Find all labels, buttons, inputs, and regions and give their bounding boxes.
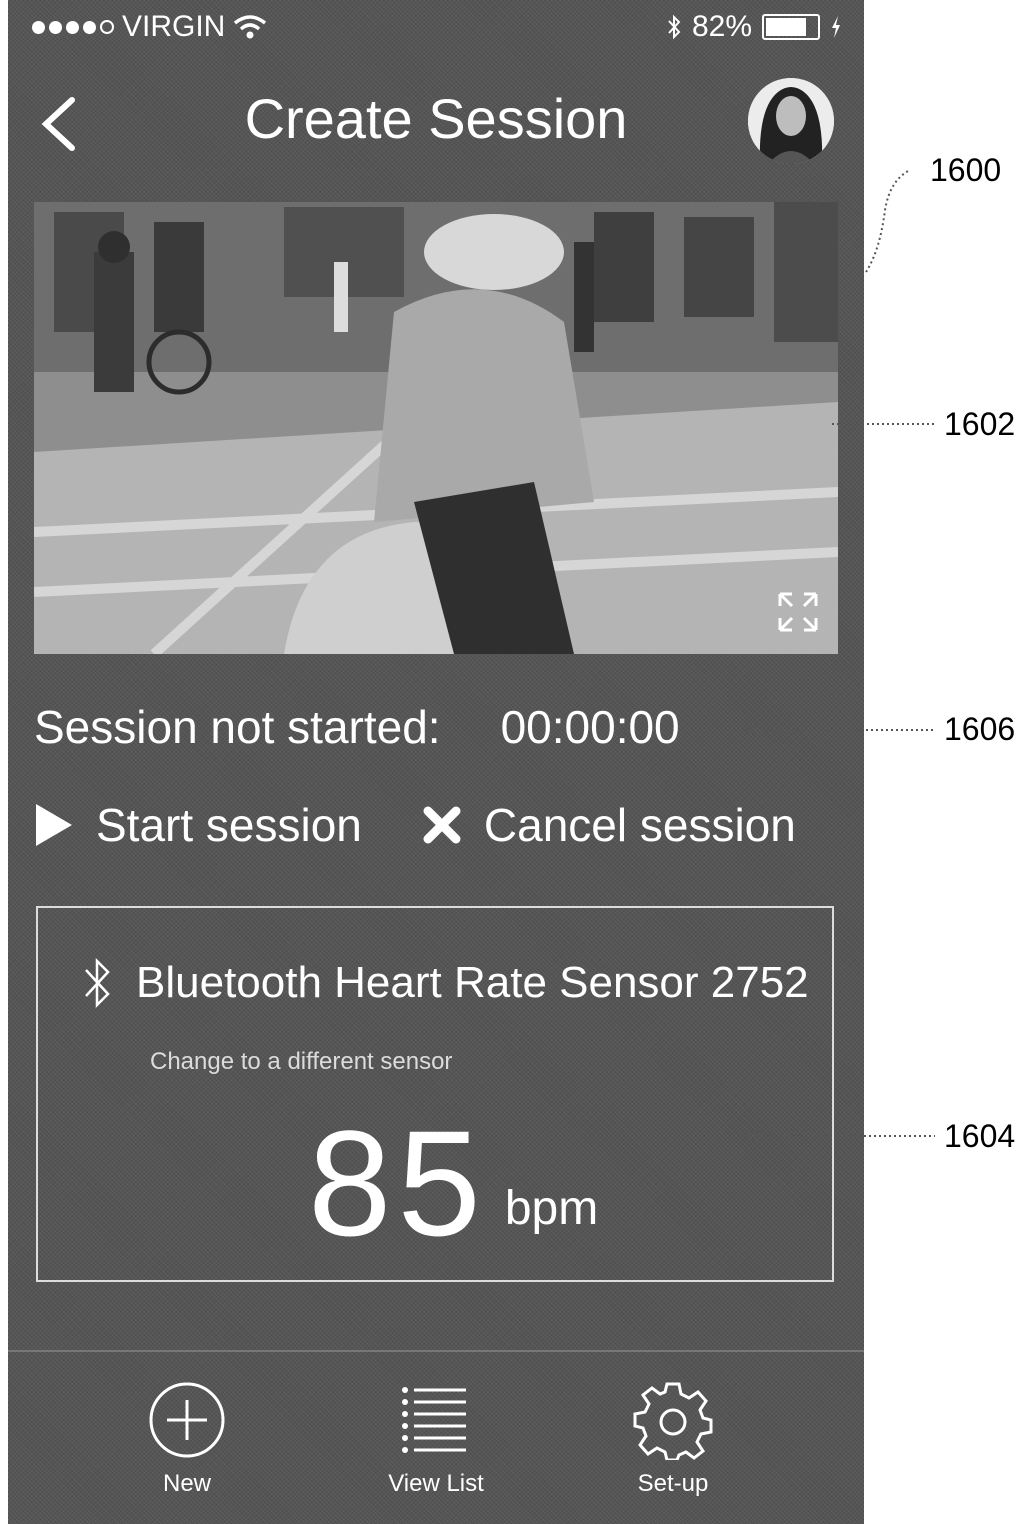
- bluetooth-icon: [85, 957, 110, 1009]
- heart-rate-display: 85 bpm: [308, 1108, 598, 1258]
- battery-icon: [762, 14, 820, 40]
- heart-rate-value: 85: [308, 1099, 487, 1267]
- signal-strength-icon: [32, 20, 114, 34]
- session-actions: Start session Cancel session: [34, 798, 796, 852]
- tab-new-label: New: [162, 1470, 211, 1497]
- status-right: 82%: [666, 10, 842, 44]
- charging-icon: [832, 16, 840, 38]
- gear-icon: [633, 1382, 713, 1460]
- bluetooth-status-icon: [668, 14, 681, 40]
- fullscreen-icon[interactable]: [776, 590, 820, 634]
- battery-percentage: 82%: [691, 10, 752, 43]
- app-screen: VIRGIN 82% Create Session Session not st…: [8, 0, 864, 1524]
- nav-bar: Create Session: [8, 70, 864, 180]
- sensor-panel: Bluetooth Heart Rate Sensor 2752 Change …: [36, 906, 834, 1282]
- callout-timer: 1606: [944, 711, 1016, 747]
- sensor-name: Bluetooth Heart Rate Sensor 2752: [136, 958, 809, 1007]
- session-elapsed-time: 00:00:00: [500, 701, 680, 753]
- close-icon: [423, 806, 461, 844]
- status-bar: VIRGIN 82%: [8, 0, 864, 54]
- tab-bar: New View List Set-up: [8, 1350, 864, 1524]
- plus-circle-icon: [149, 1382, 225, 1458]
- heart-rate-unit: bpm: [504, 1182, 599, 1235]
- video-preview[interactable]: [34, 202, 838, 654]
- user-avatar[interactable]: [748, 78, 834, 164]
- cancel-session-button[interactable]: Cancel session: [422, 798, 796, 852]
- list-icon: [402, 1387, 466, 1453]
- session-status-label: Session not started:: [34, 701, 441, 753]
- tab-view-list-label: View List: [388, 1470, 484, 1497]
- callout-screen: 1600: [930, 152, 1002, 188]
- callout-sensor: 1604: [944, 1118, 1016, 1154]
- session-timer-row: Session not started: 00:00:00: [34, 700, 680, 754]
- start-session-button[interactable]: Start session: [34, 798, 362, 852]
- status-left: VIRGIN: [32, 10, 267, 44]
- tab-setup[interactable]: Set-up: [598, 1380, 748, 1498]
- cancel-session-label: Cancel session: [483, 799, 796, 851]
- change-sensor-link[interactable]: Change to a different sensor: [150, 1048, 452, 1076]
- wifi-icon: [234, 15, 267, 39]
- tab-setup-label: Set-up: [637, 1470, 709, 1497]
- page-title: Create Session: [244, 87, 628, 150]
- video-frame-image: [34, 202, 838, 654]
- start-session-label: Start session: [96, 799, 362, 851]
- carrier-name: VIRGIN: [122, 10, 226, 43]
- play-icon: [36, 804, 72, 846]
- avatar-icon: [748, 78, 834, 164]
- battery-level: [766, 18, 807, 36]
- tab-new[interactable]: New: [112, 1380, 262, 1498]
- sensor-header: Bluetooth Heart Rate Sensor 2752: [82, 954, 809, 1012]
- callout-video: 1602: [944, 406, 1016, 442]
- tab-view-list[interactable]: View List: [361, 1380, 511, 1498]
